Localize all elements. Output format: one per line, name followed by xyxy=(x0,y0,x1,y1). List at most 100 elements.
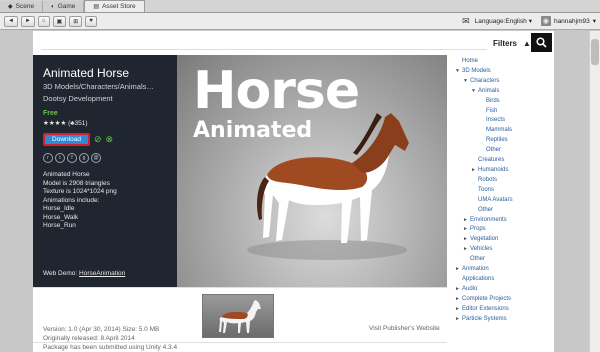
back-button[interactable]: ◄ xyxy=(4,15,18,27)
download-button[interactable]: Download xyxy=(43,133,90,146)
tree-item-label: Insects xyxy=(486,117,506,124)
tree-item[interactable]: ► Environments xyxy=(455,216,550,226)
tree-item[interactable]: Insects xyxy=(455,116,550,126)
editor-tab-strip: ◆ Scene ◐ Game ▤ Asset Store xyxy=(0,0,600,13)
tree-item-label: Home xyxy=(462,58,479,64)
search-button[interactable] xyxy=(531,33,552,52)
tree-item[interactable]: ► Vegetation xyxy=(455,235,550,245)
cart-button[interactable]: ⊞ xyxy=(69,15,83,27)
product-description: Animated Horse Model is 2908 triangles T… xyxy=(43,171,167,231)
tree-item[interactable]: Mammals xyxy=(455,126,550,136)
hero-image[interactable]: Horse Animated xyxy=(177,55,447,287)
tree-item[interactable]: ▼ Animals xyxy=(455,87,550,97)
tree-item[interactable]: ▼ 3D Models xyxy=(455,67,550,77)
product-category[interactable]: 3D Models/Characters/Animals… xyxy=(43,82,167,91)
language-label: Language:English xyxy=(474,17,527,25)
tree-item[interactable]: Other xyxy=(455,206,550,216)
tree-item-label: Fish xyxy=(486,107,498,114)
caret-down-icon[interactable]: ▼ xyxy=(455,67,462,77)
tree-item[interactable]: Other xyxy=(455,146,550,156)
social-buttons: r t f g @ xyxy=(43,153,167,163)
tree-item[interactable]: Applications xyxy=(455,275,550,285)
caret-up-icon: ▲ xyxy=(523,38,531,48)
tree-item[interactable]: ► Complete Projects xyxy=(455,295,550,305)
store-toolbar: ◄ ► ⌂ ▣ ⊞ ♥ ✉ Language:English ▾ ◉ hanna… xyxy=(0,13,600,30)
search-input[interactable] xyxy=(41,36,487,50)
tree-item[interactable]: Reptiles xyxy=(455,136,550,146)
favorites-button[interactable]: ♥ xyxy=(85,15,97,27)
caret-right-icon[interactable]: ► xyxy=(463,216,470,226)
tree-item[interactable]: Birds xyxy=(455,97,550,107)
tree-item[interactable]: UMA Avatars xyxy=(455,196,550,206)
avatar: ◉ xyxy=(540,16,551,26)
desc-line: Horse_Run xyxy=(43,222,76,229)
tab-asset-store[interactable]: ▤ Asset Store xyxy=(84,0,145,12)
search-icon xyxy=(536,37,547,48)
web-demo-link[interactable]: HorseAnimation xyxy=(79,270,125,277)
caret-down-icon[interactable]: ▼ xyxy=(463,77,470,87)
caret-right-icon[interactable]: ► xyxy=(455,265,462,275)
game-icon: ◐ xyxy=(51,3,55,10)
rating: ★★★★ (♣351) xyxy=(43,120,88,127)
vertical-scrollbar[interactable] xyxy=(589,31,600,352)
tree-item[interactable]: Toons xyxy=(455,186,550,196)
tree-item-label: Mammals xyxy=(486,127,513,134)
release-date: Originally released: 8 April 2014 xyxy=(43,335,135,342)
caret-right-icon[interactable]: ► xyxy=(463,225,470,235)
home-button[interactable]: ⌂ xyxy=(37,15,50,27)
caret-right-icon[interactable]: ► xyxy=(471,166,478,176)
share-icon[interactable]: ⊘ xyxy=(94,134,102,145)
filters-toggle[interactable]: Filters ▲ xyxy=(493,39,531,48)
tree-item-label: Particle Systems xyxy=(462,315,507,322)
tree-item-label: Environments xyxy=(470,216,507,223)
link-icon[interactable]: ⊗ xyxy=(106,134,114,145)
tree-item[interactable]: ► Animation xyxy=(455,265,550,275)
tree-item[interactable]: ▼ Characters xyxy=(455,77,550,87)
mail-icon[interactable]: ✉ xyxy=(462,16,470,27)
forward-button[interactable]: ► xyxy=(20,15,35,27)
facebook-icon[interactable]: f xyxy=(67,153,77,163)
caret-right-icon[interactable]: ► xyxy=(463,235,470,245)
user-menu[interactable]: ◉ hannahjm93 ▾ xyxy=(540,16,596,26)
download-manager-button[interactable]: ▣ xyxy=(52,15,67,27)
tree-item[interactable]: ► Props xyxy=(455,225,550,235)
caret-down-icon[interactable]: ▼ xyxy=(471,87,478,97)
tab-label: Game xyxy=(57,3,76,10)
reddit-icon[interactable]: r xyxy=(43,153,53,163)
username: hannahjm93 xyxy=(553,17,590,25)
scrollbar-thumb[interactable] xyxy=(591,39,599,65)
googleplus-icon[interactable]: g xyxy=(79,153,89,163)
tab-scene[interactable]: ◆ Scene xyxy=(0,1,44,12)
caret-right-icon[interactable]: ► xyxy=(455,305,462,315)
unity-version: Package has been submitted using Unity 4… xyxy=(43,344,178,351)
desc-line: Horse_Idle xyxy=(43,205,75,212)
tree-item[interactable]: ► Particle Systems xyxy=(455,315,550,325)
tree-item[interactable]: Fish xyxy=(455,107,550,117)
tree-item[interactable]: ► Audio xyxy=(455,285,550,295)
caret-right-icon[interactable]: ► xyxy=(455,285,462,295)
email-icon[interactable]: @ xyxy=(91,153,101,163)
tree-item[interactable]: ► Humanoids xyxy=(455,166,550,176)
back-icon: ◄ xyxy=(8,18,14,24)
tree-item[interactable]: Other xyxy=(455,255,550,265)
tree-item[interactable]: Robots xyxy=(455,176,550,186)
home-icon: ⌂ xyxy=(41,18,46,24)
publisher-website-link[interactable]: Visit Publisher's Website xyxy=(369,325,440,332)
tab-game[interactable]: ◐ Game xyxy=(43,1,85,12)
twitter-icon[interactable]: t xyxy=(55,153,65,163)
filters-label: Filters xyxy=(493,38,518,48)
caret-right-icon[interactable]: ► xyxy=(455,315,462,325)
tree-item-label: Other xyxy=(486,147,502,154)
tree-item[interactable]: ► Editor Extensions xyxy=(455,305,550,315)
tree-item[interactable]: Home xyxy=(455,57,550,67)
desc-line: Horse_Walk xyxy=(43,213,79,221)
caret-right-icon[interactable]: ► xyxy=(463,245,470,255)
caret-right-icon[interactable]: ► xyxy=(455,295,462,305)
tree-item[interactable]: Creatures xyxy=(455,156,550,166)
tree-item-label: Reptiles xyxy=(486,137,508,144)
asset-store-page: Filters ▲ Animated Horse 3D Models/Chara… xyxy=(33,31,554,352)
language-selector[interactable]: Language:English ▾ xyxy=(474,17,532,26)
tree-item[interactable]: ► Vehicles xyxy=(455,245,550,255)
publisher-name[interactable]: Dootsy Development xyxy=(43,94,167,103)
desc-line: Animated Horse xyxy=(43,171,90,178)
